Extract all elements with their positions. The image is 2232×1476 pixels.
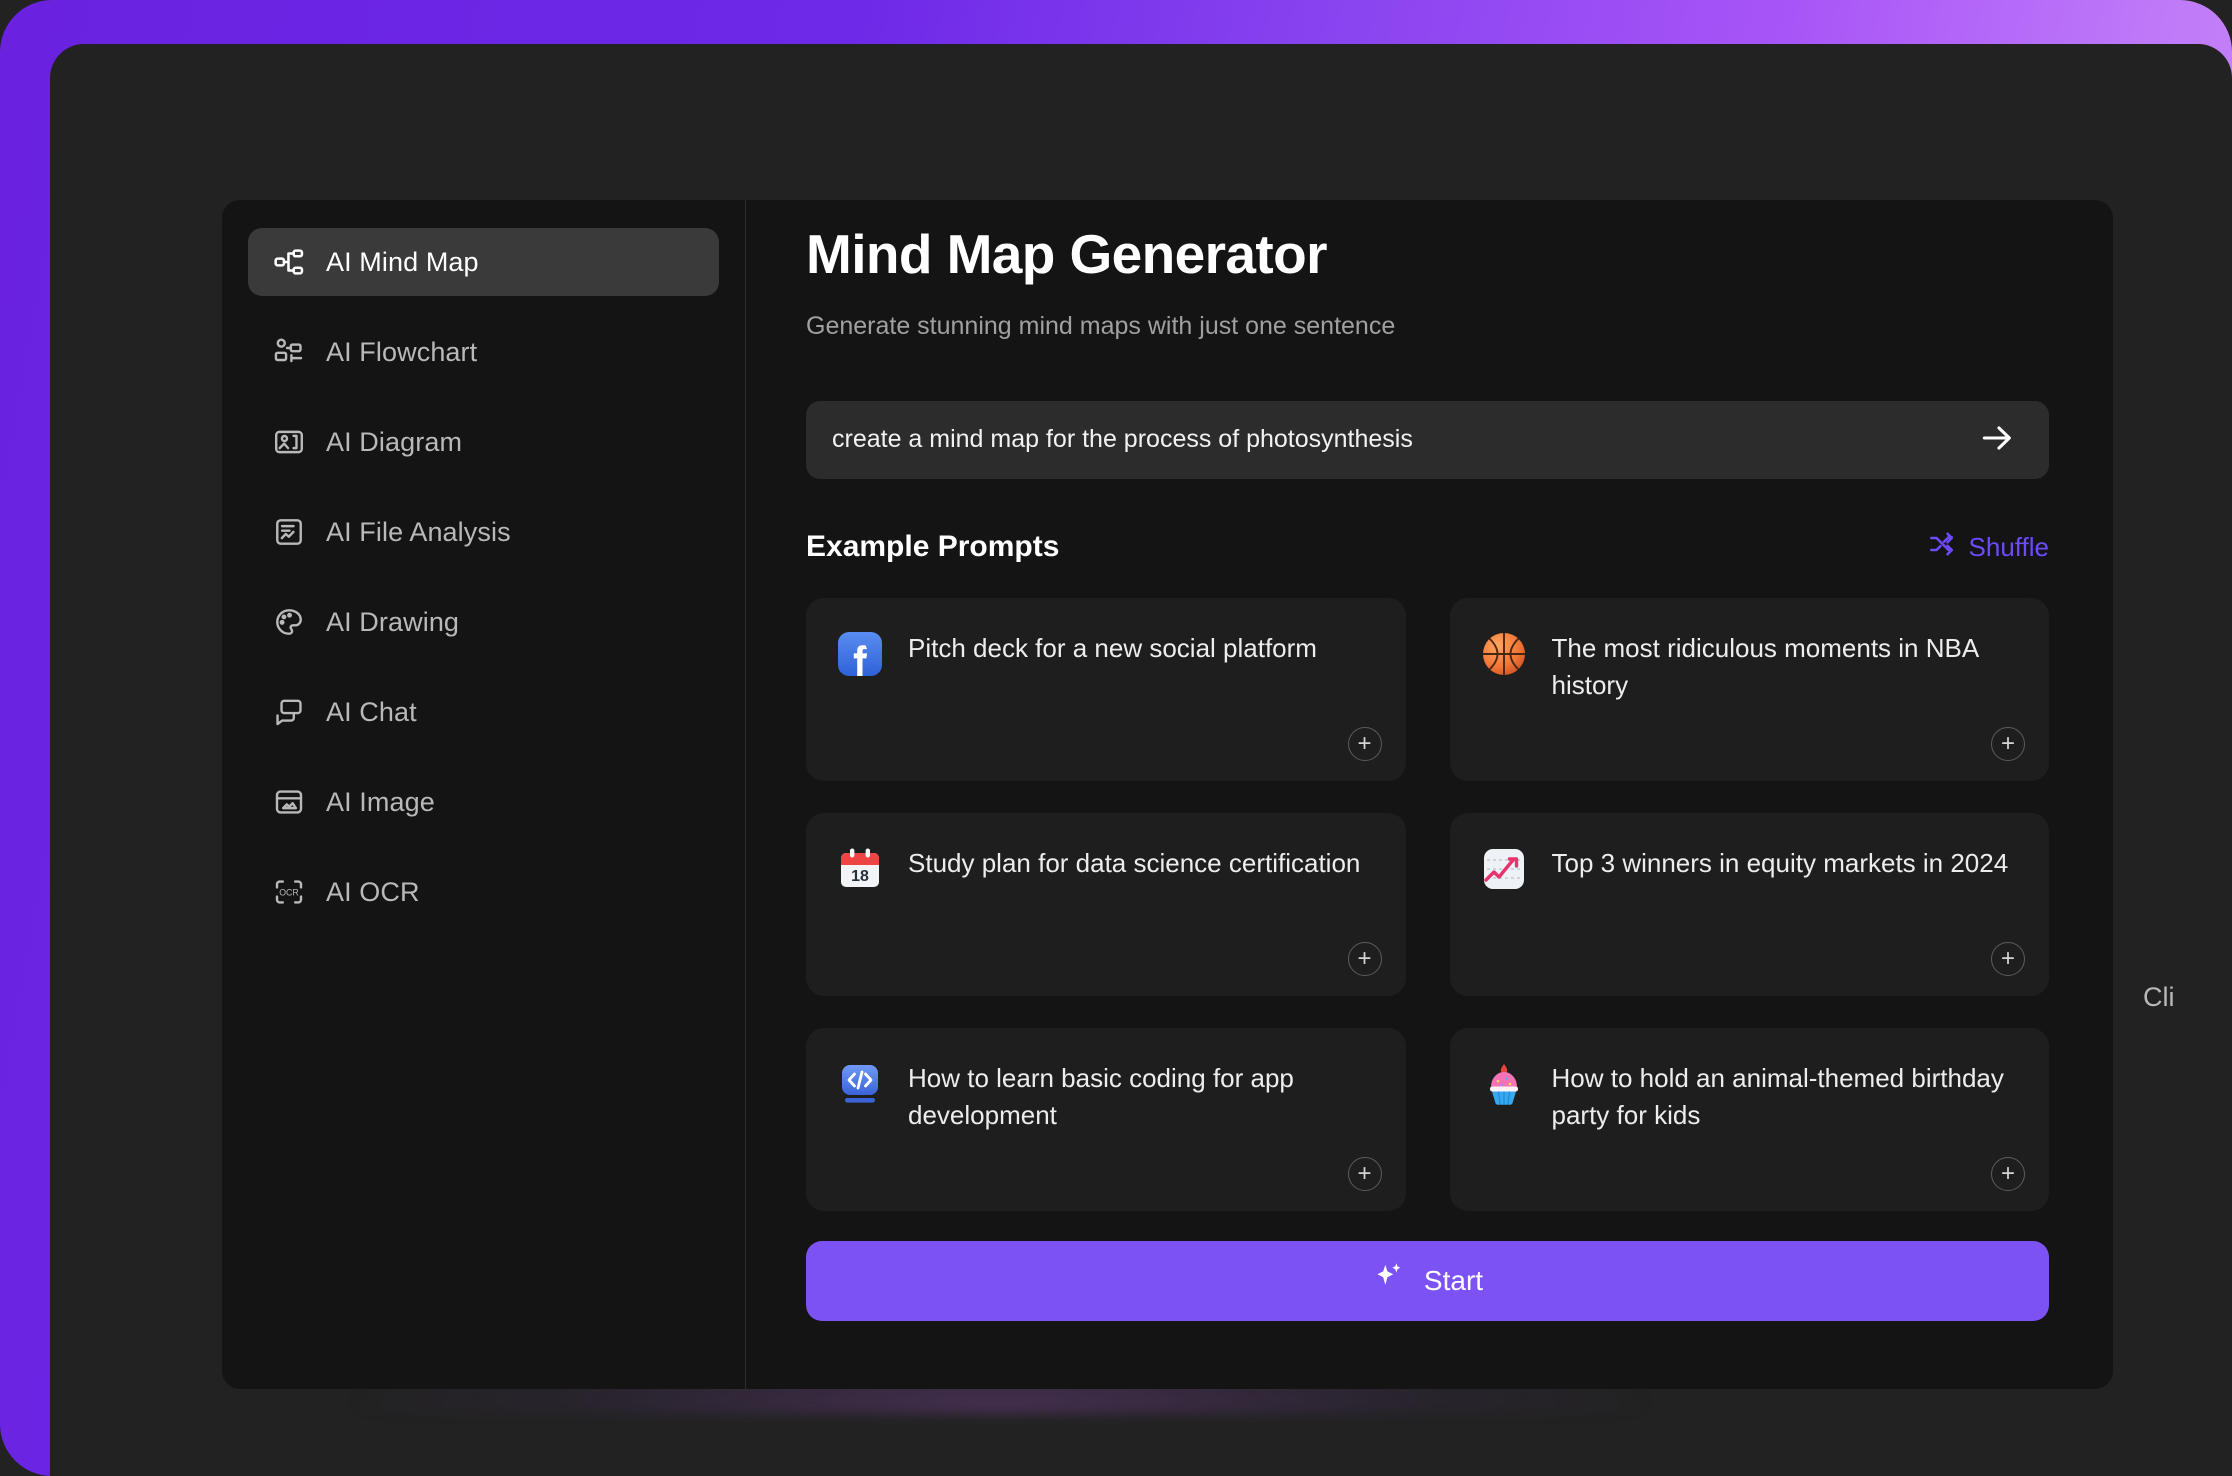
file-analysis-icon xyxy=(272,515,306,549)
example-prompt-card[interactable]: 18 Study plan for data science certifica… xyxy=(806,812,1406,996)
page-subtitle: Generate stunning mind maps with just on… xyxy=(806,311,1396,340)
flowchart-icon xyxy=(272,335,306,369)
svg-text:OCR: OCR xyxy=(279,887,299,897)
calendar-icon: 18 xyxy=(834,843,886,895)
add-prompt-button[interactable]: + xyxy=(1991,1156,2025,1191)
basketball-icon xyxy=(1478,628,1530,680)
example-prompts-title: Example Prompts xyxy=(806,530,1060,564)
card-content: How to learn basic coding for app develo… xyxy=(834,1058,1378,1134)
sidebar-item-ai-diagram[interactable]: AI Diagram xyxy=(248,408,719,476)
example-prompts-grid: Pitch deck for a new social platform + T… xyxy=(806,597,2049,1211)
add-prompt-button[interactable]: + xyxy=(1347,1156,1382,1191)
prompt-input[interactable] xyxy=(832,425,1975,455)
example-prompts-header: Example Prompts Shuffle xyxy=(806,529,2049,566)
laptop-code-icon xyxy=(834,1058,886,1110)
sidebar-item-ai-chat[interactable]: AI Chat xyxy=(248,678,719,746)
main-panel: Mind Map Generator Generate stunning min… xyxy=(746,200,2113,1389)
example-prompt-text: Pitch deck for a new social platform xyxy=(908,632,1317,663)
shuffle-button[interactable]: Shuffle xyxy=(1927,529,2049,566)
palette-icon xyxy=(272,605,306,639)
sidebar-item-label: AI Diagram xyxy=(326,426,463,457)
sidebar-item-label: AI Drawing xyxy=(326,606,460,637)
sidebar-item-ai-ocr[interactable]: OCR AI OCR xyxy=(248,858,719,926)
card-content: 18 Study plan for data science certifica… xyxy=(834,843,1378,895)
sidebar-item-label: AI File Analysis xyxy=(326,516,511,547)
diagram-icon xyxy=(272,425,306,459)
sidebar-item-label: AI Mind Map xyxy=(326,246,479,277)
card-content: The most ridiculous moments in NBA histo… xyxy=(1478,628,2022,704)
add-prompt-button[interactable]: + xyxy=(1991,726,2025,761)
prompt-input-bar[interactable] xyxy=(806,400,2049,479)
example-prompt-text: How to learn basic coding for app develo… xyxy=(908,1062,1294,1130)
shuffle-label: Shuffle xyxy=(1968,531,2049,562)
clipped-side-label: Cli xyxy=(2143,982,2175,1012)
facebook-icon xyxy=(834,628,886,680)
example-prompt-text: Study plan for data science certificatio… xyxy=(908,847,1361,878)
sidebar-item-ai-file-analysis[interactable]: AI File Analysis xyxy=(248,498,719,566)
app-window: AI Mind Map AI Flowchart AI Diagram AI F… xyxy=(50,44,2232,1476)
example-prompt-card[interactable]: Top 3 winners in equity markets in 2024 … xyxy=(1449,812,2049,996)
example-prompt-card[interactable]: How to learn basic coding for app develo… xyxy=(806,1027,1406,1211)
sidebar-item-ai-drawing[interactable]: AI Drawing xyxy=(248,588,719,656)
image-icon xyxy=(272,785,306,819)
add-prompt-button[interactable]: + xyxy=(1347,726,1382,761)
sidebar-item-label: AI OCR xyxy=(326,876,420,907)
example-prompt-card[interactable]: Pitch deck for a new social platform + xyxy=(806,597,1406,781)
sparkle-icon xyxy=(1372,1260,1406,1301)
sidebar-item-label: AI Chat xyxy=(326,696,417,727)
sidebar-item-ai-image[interactable]: AI Image xyxy=(248,768,719,836)
example-prompt-card[interactable]: The most ridiculous moments in NBA histo… xyxy=(1449,597,2049,781)
prompt-submit-button[interactable] xyxy=(1975,418,2019,462)
card-content: Pitch deck for a new social platform xyxy=(834,628,1378,680)
chat-bubble-icon xyxy=(272,695,306,729)
cupcake-icon xyxy=(1478,1058,1530,1110)
start-button[interactable]: Start xyxy=(806,1240,2049,1321)
sidebar-item-ai-mind-map[interactable]: AI Mind Map xyxy=(248,228,719,296)
sidebar-item-label: AI Flowchart xyxy=(326,336,478,367)
add-prompt-button[interactable]: + xyxy=(1347,941,1382,976)
mind-map-generator-dialog: AI Mind Map AI Flowchart AI Diagram AI F… xyxy=(222,200,2113,1389)
ocr-icon: OCR xyxy=(272,875,306,909)
example-prompt-card[interactable]: How to hold an animal-themed birthday pa… xyxy=(1449,1027,2049,1211)
mind-map-icon xyxy=(272,245,306,279)
example-prompt-text: How to hold an animal-themed birthday pa… xyxy=(1551,1062,2004,1130)
add-prompt-button[interactable]: + xyxy=(1991,941,2025,976)
arrow-right-icon xyxy=(1978,419,2016,460)
example-prompt-text: The most ridiculous moments in NBA histo… xyxy=(1551,632,1978,700)
sidebar-item-ai-flowchart[interactable]: AI Flowchart xyxy=(248,318,719,386)
chart-increasing-icon xyxy=(1478,843,1530,895)
card-content: How to hold an animal-themed birthday pa… xyxy=(1478,1058,2022,1134)
page-title: Mind Map Generator xyxy=(806,223,1328,285)
sidebar: AI Mind Map AI Flowchart AI Diagram AI F… xyxy=(222,200,746,1389)
start-button-label: Start xyxy=(1423,1264,1484,1296)
card-content: Top 3 winners in equity markets in 2024 xyxy=(1478,843,2022,895)
sidebar-item-label: AI Image xyxy=(326,786,435,817)
svg-text:18: 18 xyxy=(851,868,869,885)
example-prompt-text: Top 3 winners in equity markets in 2024 xyxy=(1551,847,2009,878)
shuffle-icon xyxy=(1927,529,1957,566)
